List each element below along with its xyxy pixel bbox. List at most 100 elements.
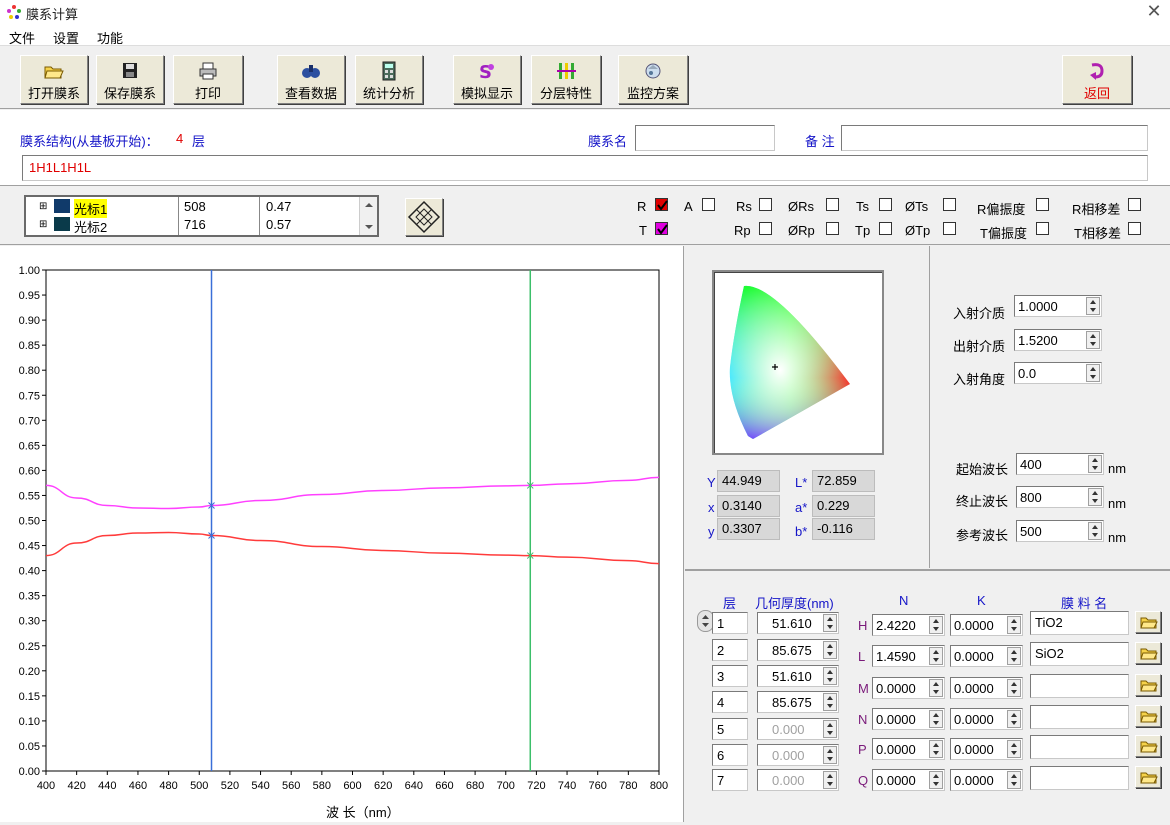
material-name-input[interactable] — [1030, 705, 1129, 729]
material-name-input[interactable] — [1030, 735, 1129, 759]
spin-icon[interactable] — [823, 693, 837, 711]
print-button[interactable]: 打印 — [173, 55, 243, 104]
name-input[interactable] — [635, 125, 775, 151]
material-name-input[interactable] — [1030, 674, 1129, 698]
menu-file[interactable]: 文件 — [9, 28, 35, 47]
material-open-button[interactable] — [1135, 766, 1161, 788]
opt-rpol-checkbox[interactable] — [1036, 198, 1049, 211]
save-button[interactable]: 保存膜系 — [96, 55, 164, 104]
simulate-button[interactable]: S 模拟显示 — [453, 55, 521, 104]
material-name-input[interactable] — [1030, 766, 1129, 790]
view-data-button[interactable]: 查看数据 — [277, 55, 345, 104]
thickness-spinner[interactable]: 51.610 — [757, 665, 839, 687]
k-spinner[interactable]: 0.0000 — [950, 738, 1023, 760]
statistics-button[interactable]: 统计分析 — [355, 55, 423, 104]
material-open-button[interactable] — [1135, 611, 1161, 633]
material-open-button[interactable] — [1135, 674, 1161, 696]
spin-icon[interactable] — [1007, 679, 1021, 697]
y-tick-label: 0.55 — [19, 490, 40, 502]
n-spinner[interactable]: 1.4590 — [872, 645, 945, 667]
thickness-spinner[interactable]: 85.675 — [757, 691, 839, 713]
opt-rphase-checkbox[interactable] — [1128, 198, 1141, 211]
formula-input[interactable]: 1H1L1H1L — [22, 155, 1148, 181]
opt-tphase-checkbox[interactable] — [1128, 222, 1141, 235]
opt-tpol-checkbox[interactable] — [1036, 222, 1049, 235]
note-input[interactable] — [841, 125, 1148, 151]
k-spinner[interactable]: 0.0000 — [950, 614, 1023, 636]
spin-icon[interactable] — [1007, 771, 1021, 789]
spin-icon[interactable] — [929, 616, 943, 634]
opt-r-checkbox[interactable] — [655, 198, 668, 211]
spin-icon[interactable] — [823, 667, 837, 685]
monitor-button[interactable]: 监控方案 — [618, 55, 688, 104]
n-spinner[interactable]: 0.0000 — [872, 769, 945, 791]
spin-icon[interactable] — [1007, 740, 1021, 758]
opt-phirs-checkbox[interactable] — [826, 198, 839, 211]
opt-a-checkbox[interactable] — [702, 198, 715, 211]
opt-phirp-checkbox[interactable] — [826, 222, 839, 235]
material-open-button[interactable] — [1135, 642, 1161, 664]
n-spinner[interactable]: 0.0000 — [872, 677, 945, 699]
k-spinner[interactable]: 0.0000 — [950, 677, 1023, 699]
spin-icon[interactable] — [929, 771, 943, 789]
expand-icon[interactable]: ⊞ — [39, 219, 47, 230]
spectrum-chart[interactable]: 0.000.050.100.150.200.250.300.350.400.45… — [0, 246, 684, 822]
menu-function[interactable]: 功能 — [97, 28, 123, 47]
spin-icon[interactable] — [929, 710, 943, 728]
material-open-button[interactable] — [1135, 705, 1161, 727]
n-header: N — [899, 593, 908, 608]
close-button[interactable]: ✕ — [1143, 1, 1165, 21]
opt-ts-checkbox[interactable] — [879, 198, 892, 211]
layer-props-button[interactable]: 分层特性 — [531, 55, 601, 104]
spin-icon[interactable] — [929, 740, 943, 758]
opt-rp-checkbox[interactable] — [759, 222, 772, 235]
thickness-spinner[interactable]: 85.675 — [757, 639, 839, 661]
open-button[interactable]: 打开膜系 — [20, 55, 88, 104]
open-label: 打开膜系 — [21, 83, 87, 102]
opt-phits-checkbox[interactable] — [943, 198, 956, 211]
incident-spinner[interactable]: 1.0000 — [1014, 295, 1102, 317]
opt-tp-checkbox[interactable] — [879, 222, 892, 235]
spin-icon[interactable] — [1086, 297, 1100, 315]
cursor-scrollbar[interactable] — [359, 197, 377, 235]
k-spinner[interactable]: 0.0000 — [950, 708, 1023, 730]
opt-t-checkbox[interactable] — [655, 222, 668, 235]
spin-icon[interactable] — [1007, 647, 1021, 665]
spin-icon[interactable] — [823, 614, 837, 632]
spin-icon[interactable] — [1007, 710, 1021, 728]
n-spinner[interactable]: 0.0000 — [872, 738, 945, 760]
n-spinner[interactable]: 2.4220 — [872, 614, 945, 636]
spin-icon[interactable] — [823, 641, 837, 659]
spin-icon[interactable] — [1007, 616, 1021, 634]
angle-spinner[interactable]: 0.0 — [1014, 362, 1102, 384]
spin-icon[interactable] — [1088, 455, 1102, 473]
layer-number: 3 — [712, 665, 748, 687]
cursor-move-button[interactable] — [405, 198, 443, 236]
n-spinner[interactable]: 0.0000 — [872, 708, 945, 730]
end-wl-spinner[interactable]: 800 — [1016, 486, 1104, 508]
menu-settings[interactable]: 设置 — [53, 28, 79, 47]
spin-icon[interactable] — [1088, 522, 1102, 540]
cursor-row-1[interactable]: ⊞ 光标1 508 0.47 — [26, 198, 377, 216]
spin-icon[interactable] — [929, 647, 943, 665]
opt-rs-checkbox[interactable] — [759, 198, 772, 211]
k-spinner[interactable]: 0.0000 — [950, 769, 1023, 791]
thickness-spinner[interactable]: 51.610 — [757, 612, 839, 634]
monitor-label: 监控方案 — [619, 83, 687, 102]
expand-icon[interactable]: ⊞ — [39, 201, 47, 212]
material-name-input[interactable]: SiO2 — [1030, 642, 1129, 666]
opt-phitp-checkbox[interactable] — [943, 222, 956, 235]
ref-wl-spinner[interactable]: 500 — [1016, 520, 1104, 542]
back-button[interactable]: 返回 — [1062, 55, 1132, 104]
spin-icon[interactable] — [1086, 364, 1100, 382]
spin-icon[interactable] — [929, 679, 943, 697]
exit-spinner[interactable]: 1.5200 — [1014, 329, 1102, 351]
k-spinner[interactable]: 0.0000 — [950, 645, 1023, 667]
start-wl-spinner[interactable]: 400 — [1016, 453, 1104, 475]
material-name-input[interactable]: TiO2 — [1030, 611, 1129, 635]
material-open-button[interactable] — [1135, 735, 1161, 757]
cursor-row-2[interactable]: ⊞ 光标2 716 0.57 — [26, 216, 377, 234]
spin-icon[interactable] — [1086, 331, 1100, 349]
spin-icon[interactable] — [1088, 488, 1102, 506]
x-tick-label: 500 — [190, 780, 208, 792]
